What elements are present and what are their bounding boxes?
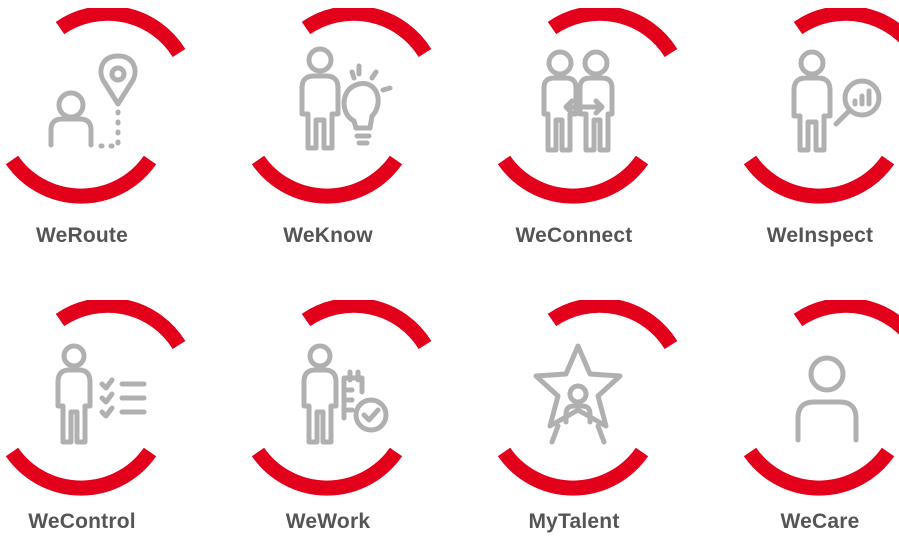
person-calendar-check-icon [301,343,389,445]
tile-graphic [743,8,899,204]
person-checklist-icon [55,343,147,445]
tile-graphic [5,300,186,496]
person-magnifier-chart-icon [791,49,882,153]
person-lightbulb-icon [299,46,393,151]
tile-label: WeWork [285,510,371,533]
tile-label: MyTalent [528,510,620,533]
two-persons-arrow-icon [541,49,615,153]
tile-graphic [743,300,899,496]
tile-label: WeKnow [283,224,373,247]
tile-graphic [251,300,432,496]
accent-ring [251,8,432,204]
person-star-icon [533,343,623,445]
tile-graphic [251,8,432,204]
accent-ring [5,300,186,496]
tile-label: WeRoute [35,224,128,247]
tile-graphic [497,8,678,204]
tile-graphic [497,300,678,496]
tile-label: WeConnect [515,224,633,247]
accent-ring [743,300,899,496]
tile-label: WeControl [28,510,136,533]
person-icon [795,355,859,443]
tile-graphic [5,8,186,204]
tile-label: WeCare [780,510,860,533]
person-location-pin-icon [48,53,138,149]
accent-ring [5,8,186,204]
tile-label: WeInspect [766,224,874,247]
